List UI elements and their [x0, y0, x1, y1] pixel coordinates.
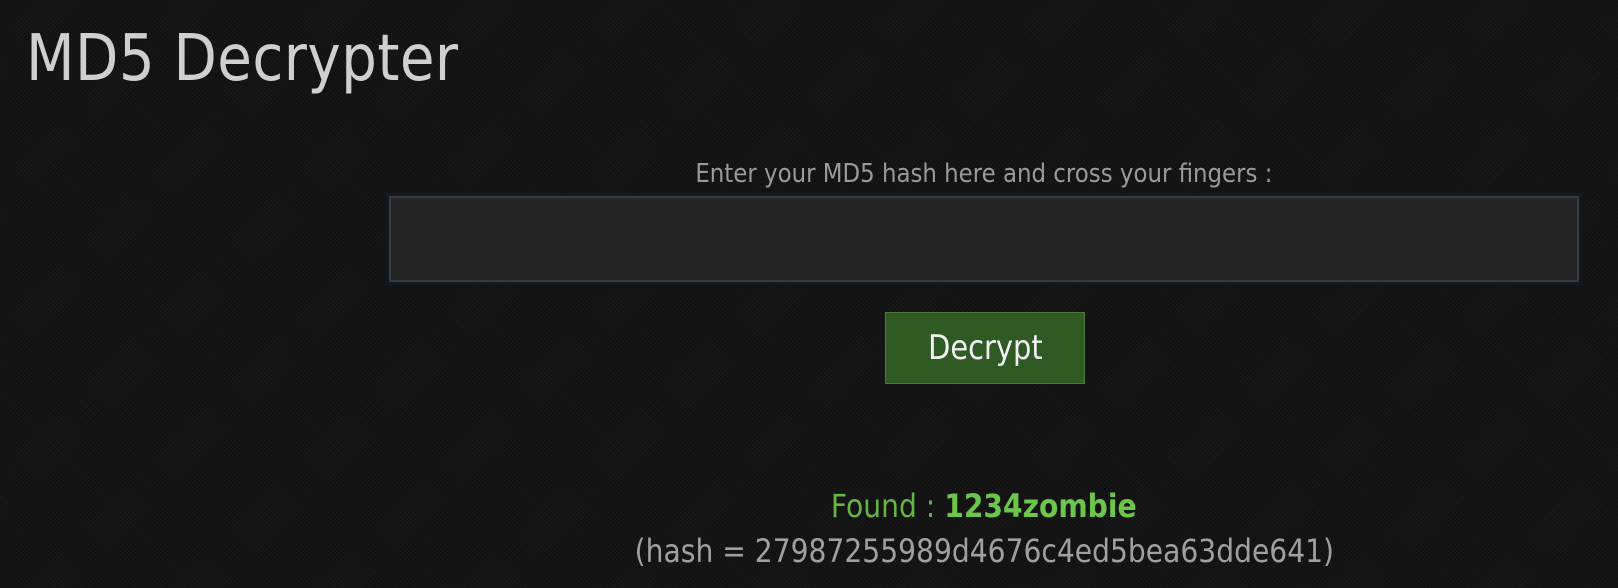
hash-line: (hash = 27987255989d4676c4ed5bea63dde641…	[389, 528, 1579, 574]
found-value: 1234zombie	[944, 487, 1137, 525]
page-title: MD5 Decrypter	[26, 22, 459, 96]
hash-input-label-text: Enter your MD5 hash here and cross your …	[695, 159, 1273, 189]
found-inner: Found : 1234zombie	[831, 484, 1137, 528]
result-panel: Found : 1234zombie (hash = 27987255989d4…	[389, 484, 1579, 574]
found-prefix: Found :	[831, 487, 945, 525]
hash-input[interactable]	[389, 196, 1579, 282]
decrypt-button[interactable]: Decrypt	[885, 312, 1085, 384]
found-line: Found : 1234zombie	[389, 484, 1579, 528]
hash-input-label: Enter your MD5 hash here and cross your …	[389, 156, 1579, 192]
hash-line-text: (hash = 27987255989d4676c4ed5bea63dde641…	[634, 532, 1334, 570]
decrypt-button-label: Decrypt	[927, 328, 1043, 368]
decrypt-form: Enter your MD5 hash here and cross your …	[389, 156, 1579, 282]
